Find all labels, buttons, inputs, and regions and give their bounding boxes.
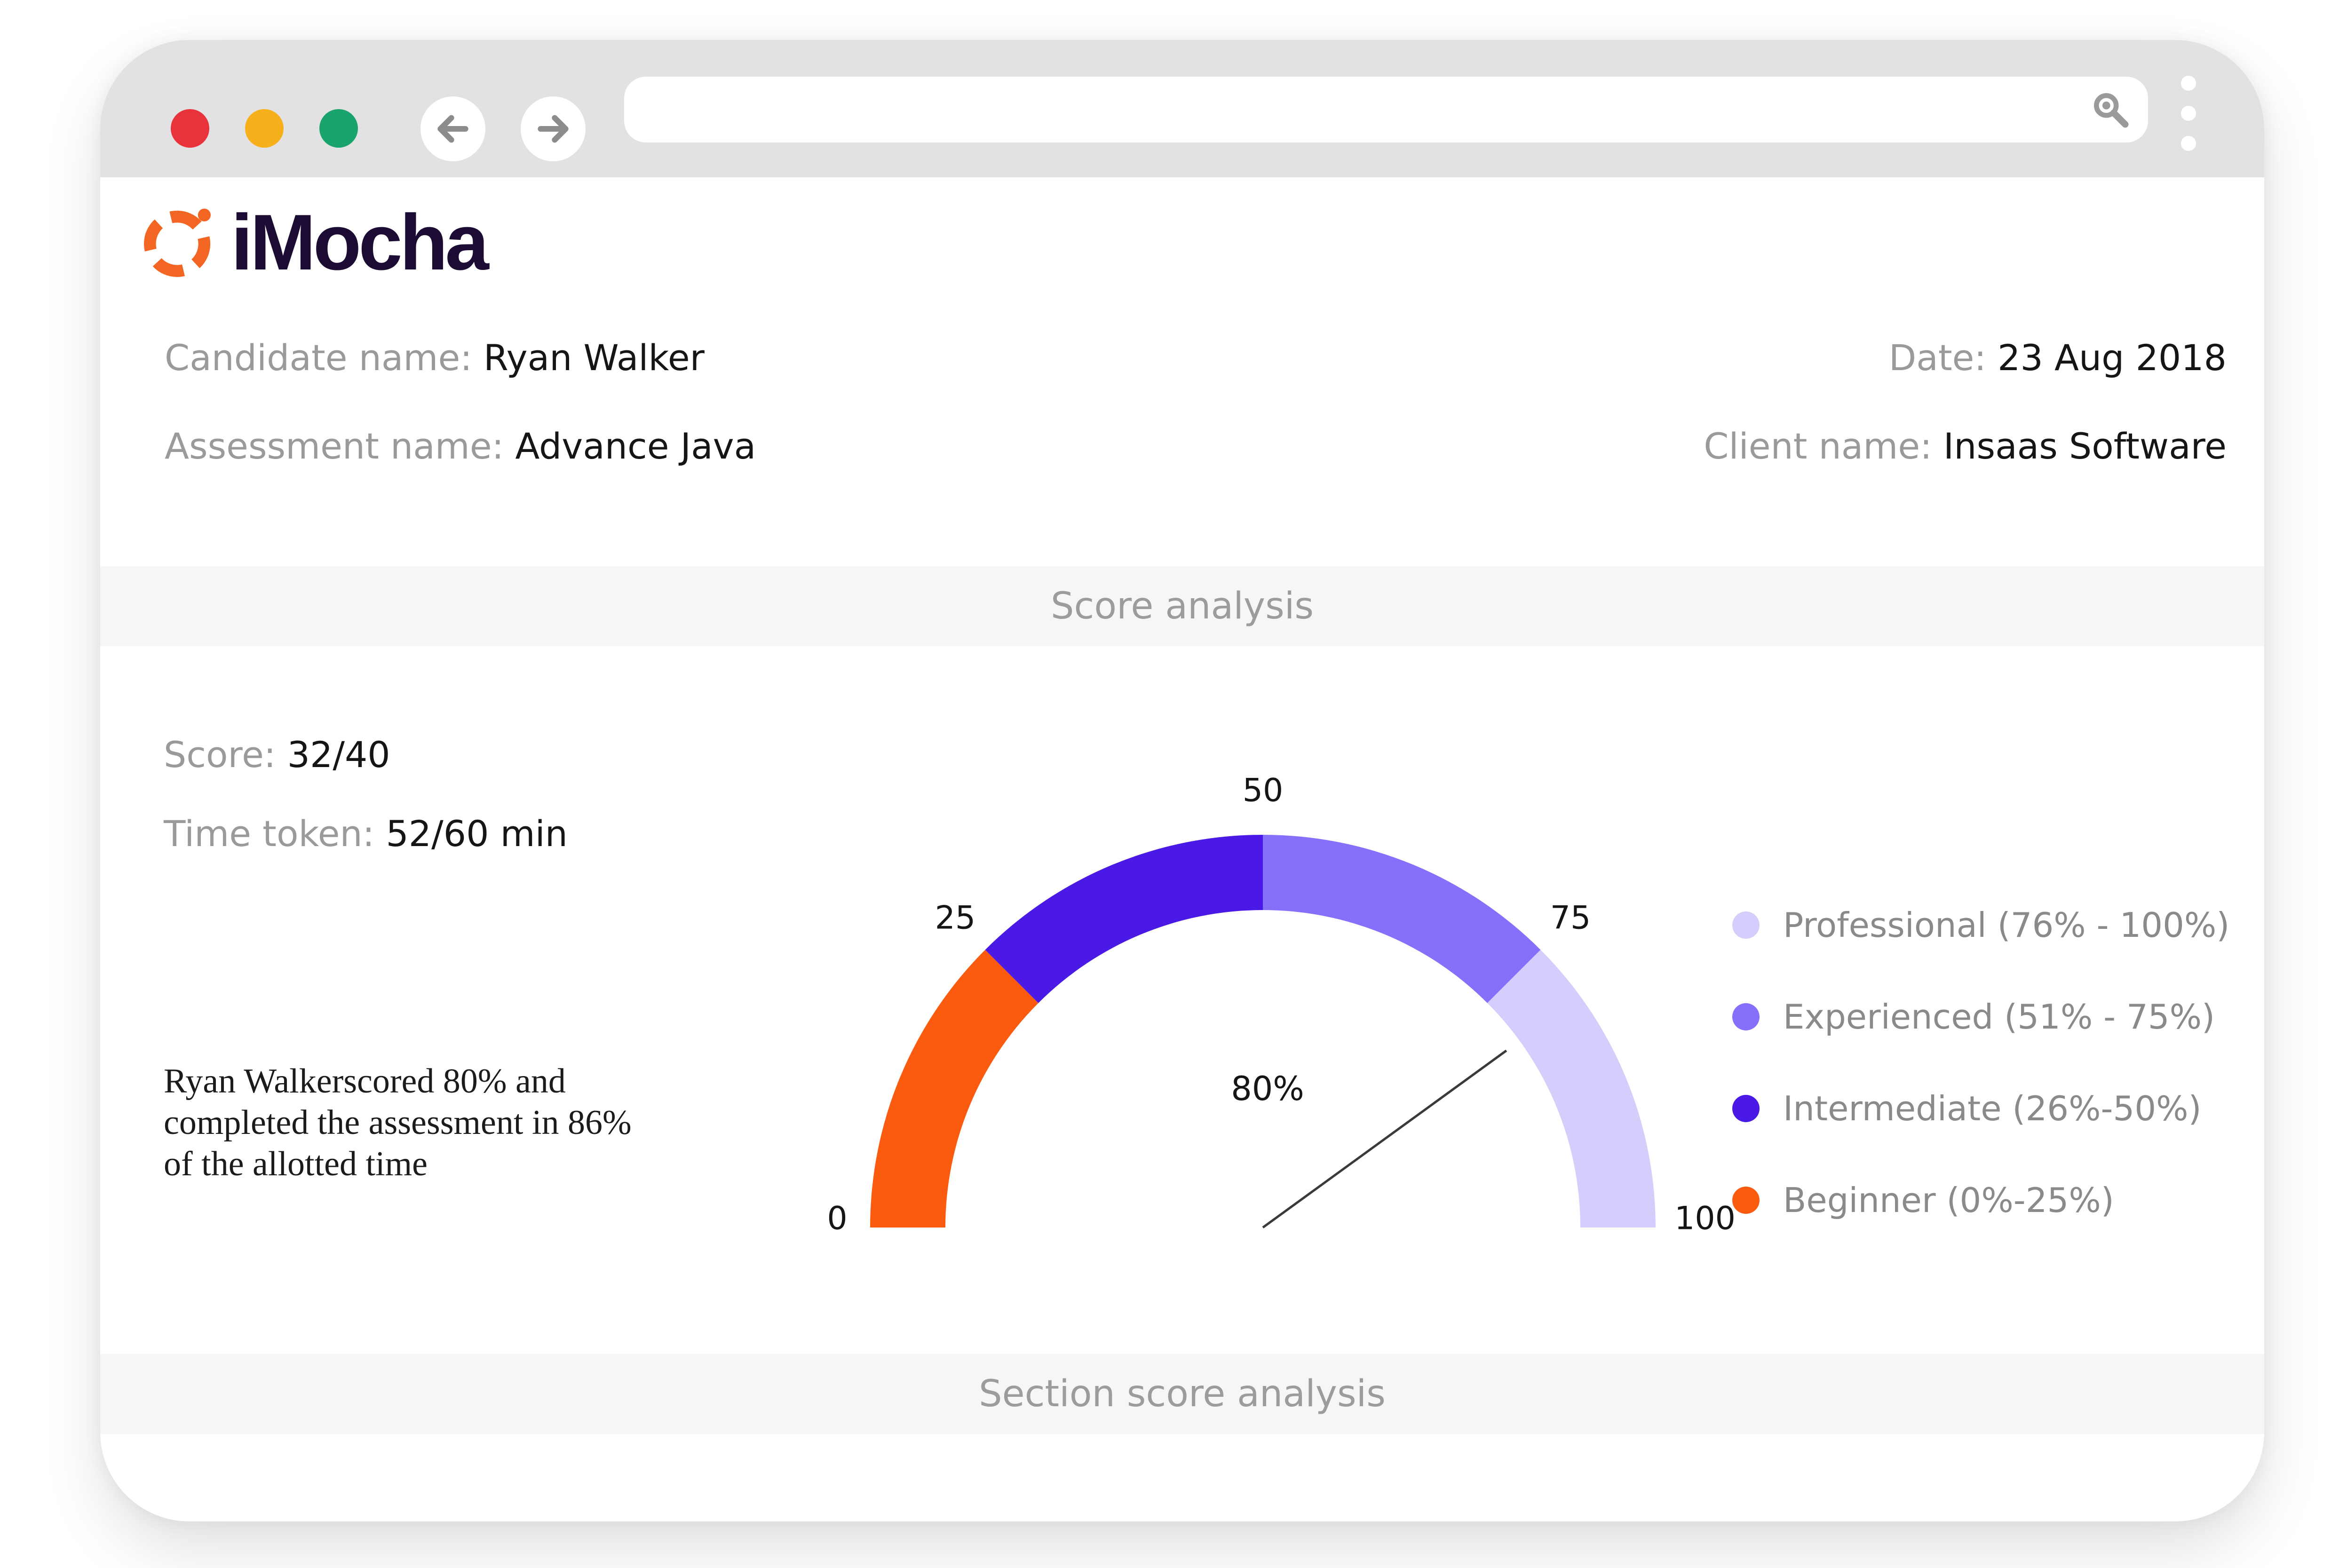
- time-label: Time token:: [164, 813, 375, 855]
- gauge-tick-label: 100: [1674, 1200, 1736, 1237]
- arrow-right-icon: [538, 115, 569, 143]
- gauge-band-3: [1487, 950, 1656, 1227]
- legend-item: Beginner (0%-25%): [1732, 1180, 2114, 1220]
- legend-label: Professional (76% - 100%): [1783, 905, 2230, 945]
- section-score-analysis-title: Section score analysis: [979, 1373, 1386, 1415]
- gauge-band-2: [1263, 835, 1541, 1003]
- client-name-label: Client name:: [1704, 425, 1932, 467]
- back-button[interactable]: [420, 96, 485, 161]
- gauge-tick-label: 50: [1243, 772, 1284, 809]
- imocha-logo-mark-icon: [144, 208, 211, 277]
- browser-window: iMocha Candidate name: Ryan Walker Date:…: [100, 40, 2264, 1521]
- gauge-value-label: 80%: [1231, 1069, 1304, 1108]
- assessment-name-row: Assessment name: Advance Java: [165, 428, 756, 464]
- minimize-window-button[interactable]: [245, 109, 284, 148]
- time-row: Time token: 52/60 min: [164, 813, 568, 855]
- gauge-band-0: [870, 950, 1039, 1227]
- kebab-menu-icon[interactable]: [2179, 76, 2198, 151]
- gauge-tick-label: 75: [1550, 899, 1591, 936]
- legend-dot: [1732, 1095, 1760, 1122]
- score-analysis-title: Score analysis: [1050, 585, 1314, 627]
- gauge-band-1: [985, 835, 1263, 1003]
- assessment-name-value: Advance Java: [515, 425, 756, 467]
- magnifier-icon[interactable]: [2091, 90, 2130, 129]
- assessment-name-label: Assessment name:: [165, 425, 504, 467]
- maximize-window-button[interactable]: [319, 109, 358, 148]
- close-window-button[interactable]: [171, 109, 209, 148]
- score-row: Score: 32/40: [164, 734, 390, 776]
- client-name-value: Insaas Software: [1943, 425, 2227, 467]
- address-bar[interactable]: [624, 77, 2148, 143]
- legend-label: Beginner (0%-25%): [1783, 1180, 2114, 1220]
- legend-label: Intermediate (26%-50%): [1783, 1089, 2202, 1128]
- browser-titlebar: [100, 40, 2264, 177]
- candidate-name-value: Ryan Walker: [484, 337, 705, 379]
- arrow-left-icon: [437, 115, 468, 143]
- date-value: 23 Aug 2018: [1998, 337, 2227, 379]
- legend-item: Professional (76% - 100%): [1732, 905, 2229, 945]
- candidate-name-label: Candidate name:: [165, 337, 472, 379]
- date-row: Date: 23 Aug 2018: [1889, 340, 2227, 376]
- time-value: 52/60 min: [386, 813, 568, 855]
- section-score-analysis-header: Section score analysis: [100, 1354, 2264, 1434]
- legend-dot: [1732, 1187, 1760, 1214]
- imocha-logo: iMocha: [139, 198, 489, 286]
- legend-dot: [1732, 1003, 1760, 1030]
- gauge-tick-label: 0: [827, 1200, 847, 1237]
- gauge-tick-label: 25: [935, 899, 976, 936]
- date-label: Date:: [1888, 337, 1986, 379]
- score-analysis-header: Score analysis: [100, 566, 2264, 646]
- forward-button[interactable]: [521, 96, 586, 161]
- legend-item: Experienced (51% - 75%): [1732, 997, 2215, 1037]
- legend-dot: [1732, 911, 1760, 939]
- score-value: 32/40: [287, 734, 390, 776]
- score-summary-text: Ryan Walkerscored 80% and completed the …: [164, 1062, 632, 1183]
- score-label: Score:: [164, 734, 276, 776]
- legend-item: Intermediate (26%-50%): [1732, 1089, 2202, 1128]
- brand-name: iMocha: [231, 198, 489, 286]
- legend-label: Experienced (51% - 75%): [1783, 997, 2215, 1037]
- client-name-row: Client name: Insaas Software: [1704, 428, 2227, 464]
- candidate-name-row: Candidate name: Ryan Walker: [165, 340, 705, 376]
- score-gauge-chart: 0 25 50 75 100 80%: [827, 772, 1736, 1237]
